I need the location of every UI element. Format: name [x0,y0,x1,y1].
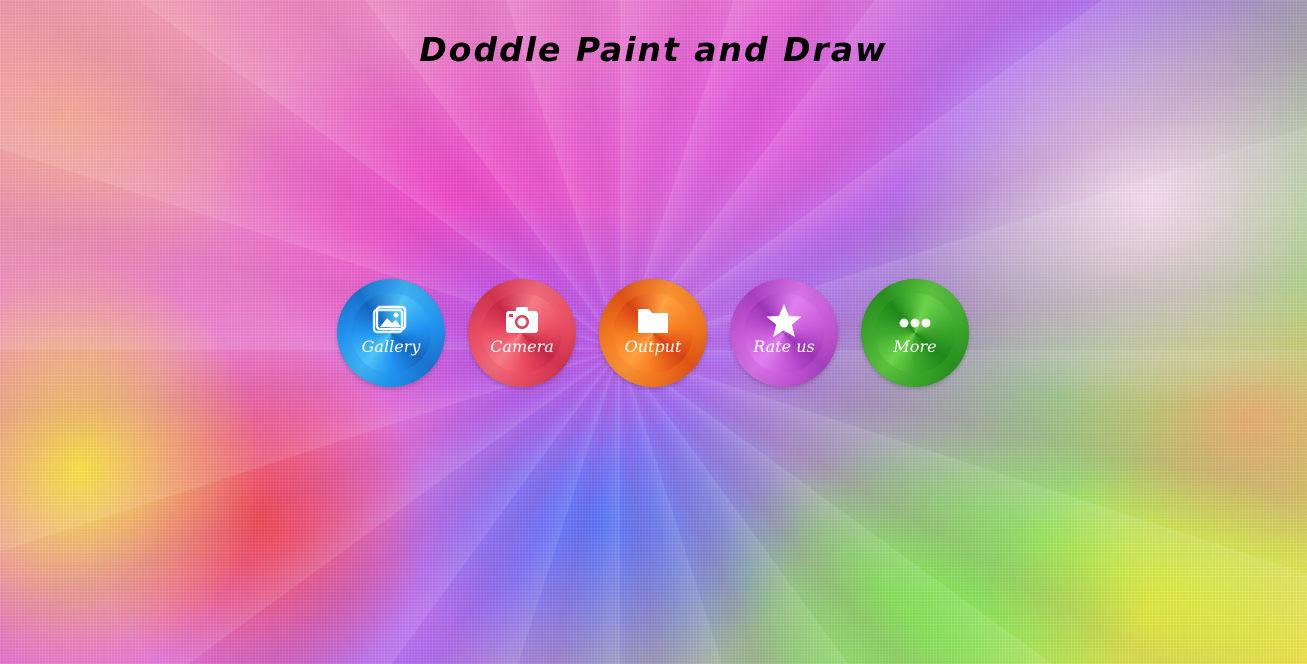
rate-us-button[interactable]: Rate us [730,279,838,387]
more-label: More [893,337,937,356]
gallery-button[interactable]: Gallery [337,279,445,387]
output-label: Output [624,337,682,356]
camera-label: Camera [490,337,554,356]
app-title: Doddle Paint and Draw [419,30,888,69]
more-button[interactable]: More [861,279,969,387]
main-menu: Gallery Camera Output Rate us More [337,279,977,387]
output-button[interactable]: Output [599,279,707,387]
gallery-label: Gallery [361,337,421,356]
rate-us-label: Rate us [753,337,815,356]
camera-button[interactable]: Camera [468,279,576,387]
